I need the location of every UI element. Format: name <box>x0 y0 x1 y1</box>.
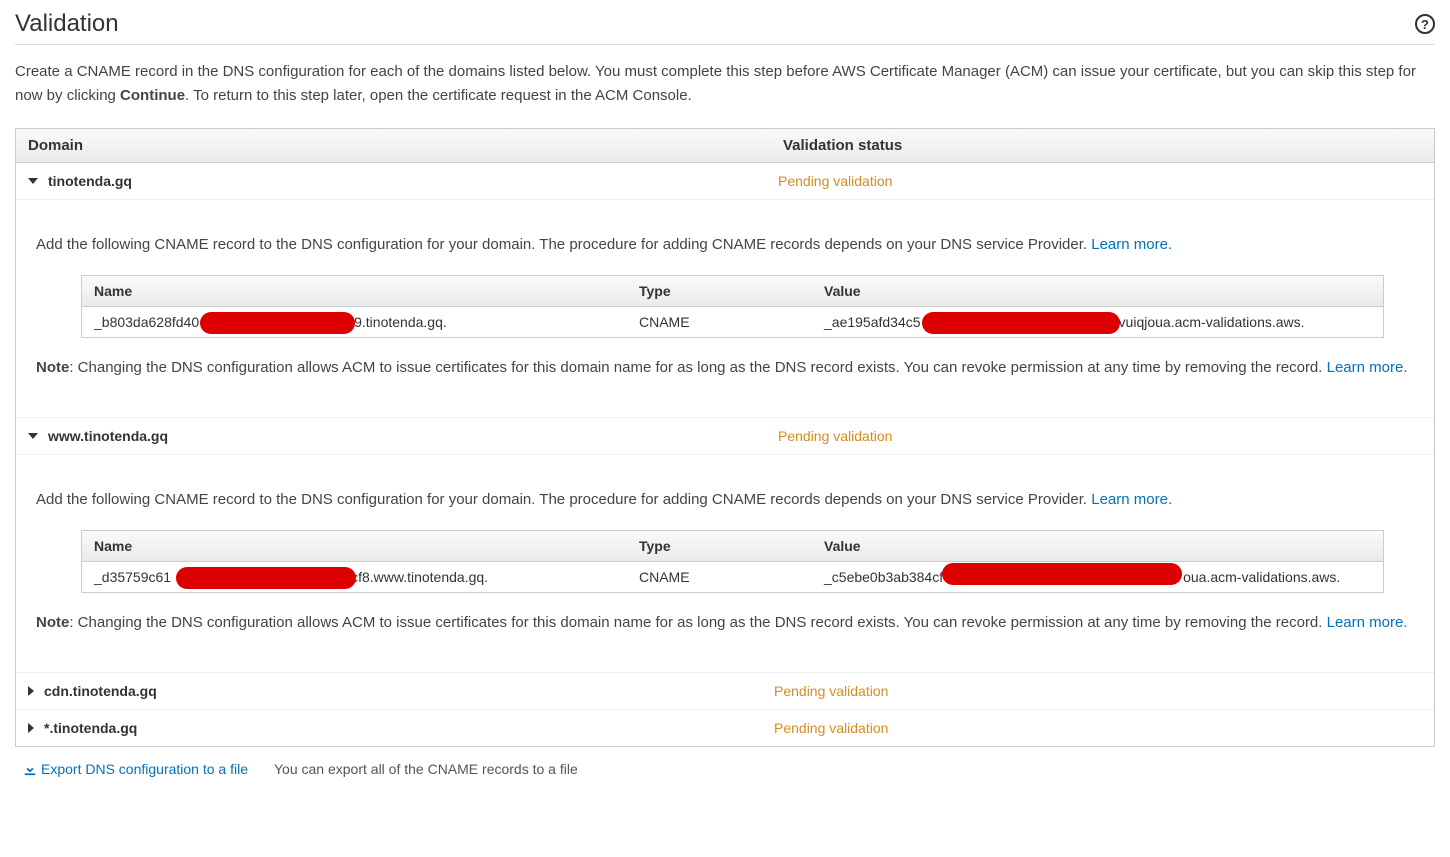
redaction-bar <box>176 567 356 589</box>
note-text: Note: Changing the DNS configuration all… <box>36 611 1414 635</box>
record-value: _ae195afd34c5vuiqjoua.acm-validations.aw… <box>812 307 1383 337</box>
download-icon <box>23 762 37 776</box>
redaction-bar <box>942 563 1182 585</box>
col-value: Value <box>812 276 1383 306</box>
page-title: Validation <box>15 10 119 38</box>
domain-name: www.tinotenda.gq <box>48 428 778 444</box>
domain-name: cdn.tinotenda.gq <box>44 683 774 699</box>
cname-table: Name Type Value _d35759c61cf8.www.tinote… <box>81 530 1384 593</box>
export-dns-link[interactable]: Export DNS configuration to a file <box>23 761 248 777</box>
col-value: Value <box>812 531 1383 561</box>
chevron-right-icon <box>28 723 34 733</box>
domain-details: Add the following CNAME record to the DN… <box>16 455 1434 673</box>
chevron-right-icon <box>28 686 34 696</box>
domain-name: *.tinotenda.gq <box>44 720 774 736</box>
table-header: Domain Validation status <box>16 129 1434 163</box>
header-status: Validation status <box>771 129 1434 162</box>
domain-row[interactable]: *.tinotenda.gq Pending validation <box>16 710 1434 746</box>
chevron-down-icon <box>28 433 38 439</box>
cname-table: Name Type Value _b803da628fd409.tinotend… <box>81 275 1384 338</box>
status-badge: Pending validation <box>778 428 892 444</box>
add-cname-instruction: Add the following CNAME record to the DN… <box>36 233 1414 257</box>
header-domain: Domain <box>16 129 771 162</box>
domain-details: Add the following CNAME record to the DN… <box>16 200 1434 418</box>
validation-panel: Domain Validation status tinotenda.gq Pe… <box>15 128 1435 747</box>
table-row: _b803da628fd409.tinotenda.gq. CNAME _ae1… <box>82 307 1383 337</box>
learn-more-link[interactable]: Learn more. <box>1327 359 1408 376</box>
status-badge: Pending validation <box>774 720 888 736</box>
record-type: CNAME <box>627 562 812 592</box>
col-name: Name <box>82 276 627 306</box>
domain-row[interactable]: www.tinotenda.gq Pending validation <box>16 418 1434 455</box>
domain-row[interactable]: cdn.tinotenda.gq Pending validation <box>16 673 1434 710</box>
col-type: Type <box>627 531 812 561</box>
add-cname-instruction: Add the following CNAME record to the DN… <box>36 488 1414 512</box>
status-badge: Pending validation <box>774 683 888 699</box>
redaction-bar <box>200 312 355 334</box>
record-name: _b803da628fd409.tinotenda.gq. <box>82 307 627 337</box>
record-type: CNAME <box>627 307 812 337</box>
learn-more-link[interactable]: Learn more. <box>1091 236 1172 253</box>
intro-text: Create a CNAME record in the DNS configu… <box>15 60 1435 108</box>
status-badge: Pending validation <box>778 173 892 189</box>
table-row: _d35759c61cf8.www.tinotenda.gq. CNAME _c… <box>82 562 1383 592</box>
record-value: _c5ebe0b3ab384cfoua.acm-validations.aws. <box>812 562 1383 592</box>
note-text: Note: Changing the DNS configuration all… <box>36 356 1414 380</box>
learn-more-link[interactable]: Learn more. <box>1091 491 1172 508</box>
footer-hint: You can export all of the CNAME records … <box>274 761 578 777</box>
chevron-down-icon <box>28 178 38 184</box>
learn-more-link[interactable]: Learn more. <box>1327 614 1408 631</box>
footer: Export DNS configuration to a file You c… <box>15 747 1435 781</box>
domain-name: tinotenda.gq <box>48 173 778 189</box>
col-name: Name <box>82 531 627 561</box>
col-type: Type <box>627 276 812 306</box>
domain-row[interactable]: tinotenda.gq Pending validation <box>16 163 1434 200</box>
record-name: _d35759c61cf8.www.tinotenda.gq. <box>82 562 627 592</box>
help-icon[interactable]: ? <box>1415 14 1435 34</box>
redaction-bar <box>922 312 1120 334</box>
